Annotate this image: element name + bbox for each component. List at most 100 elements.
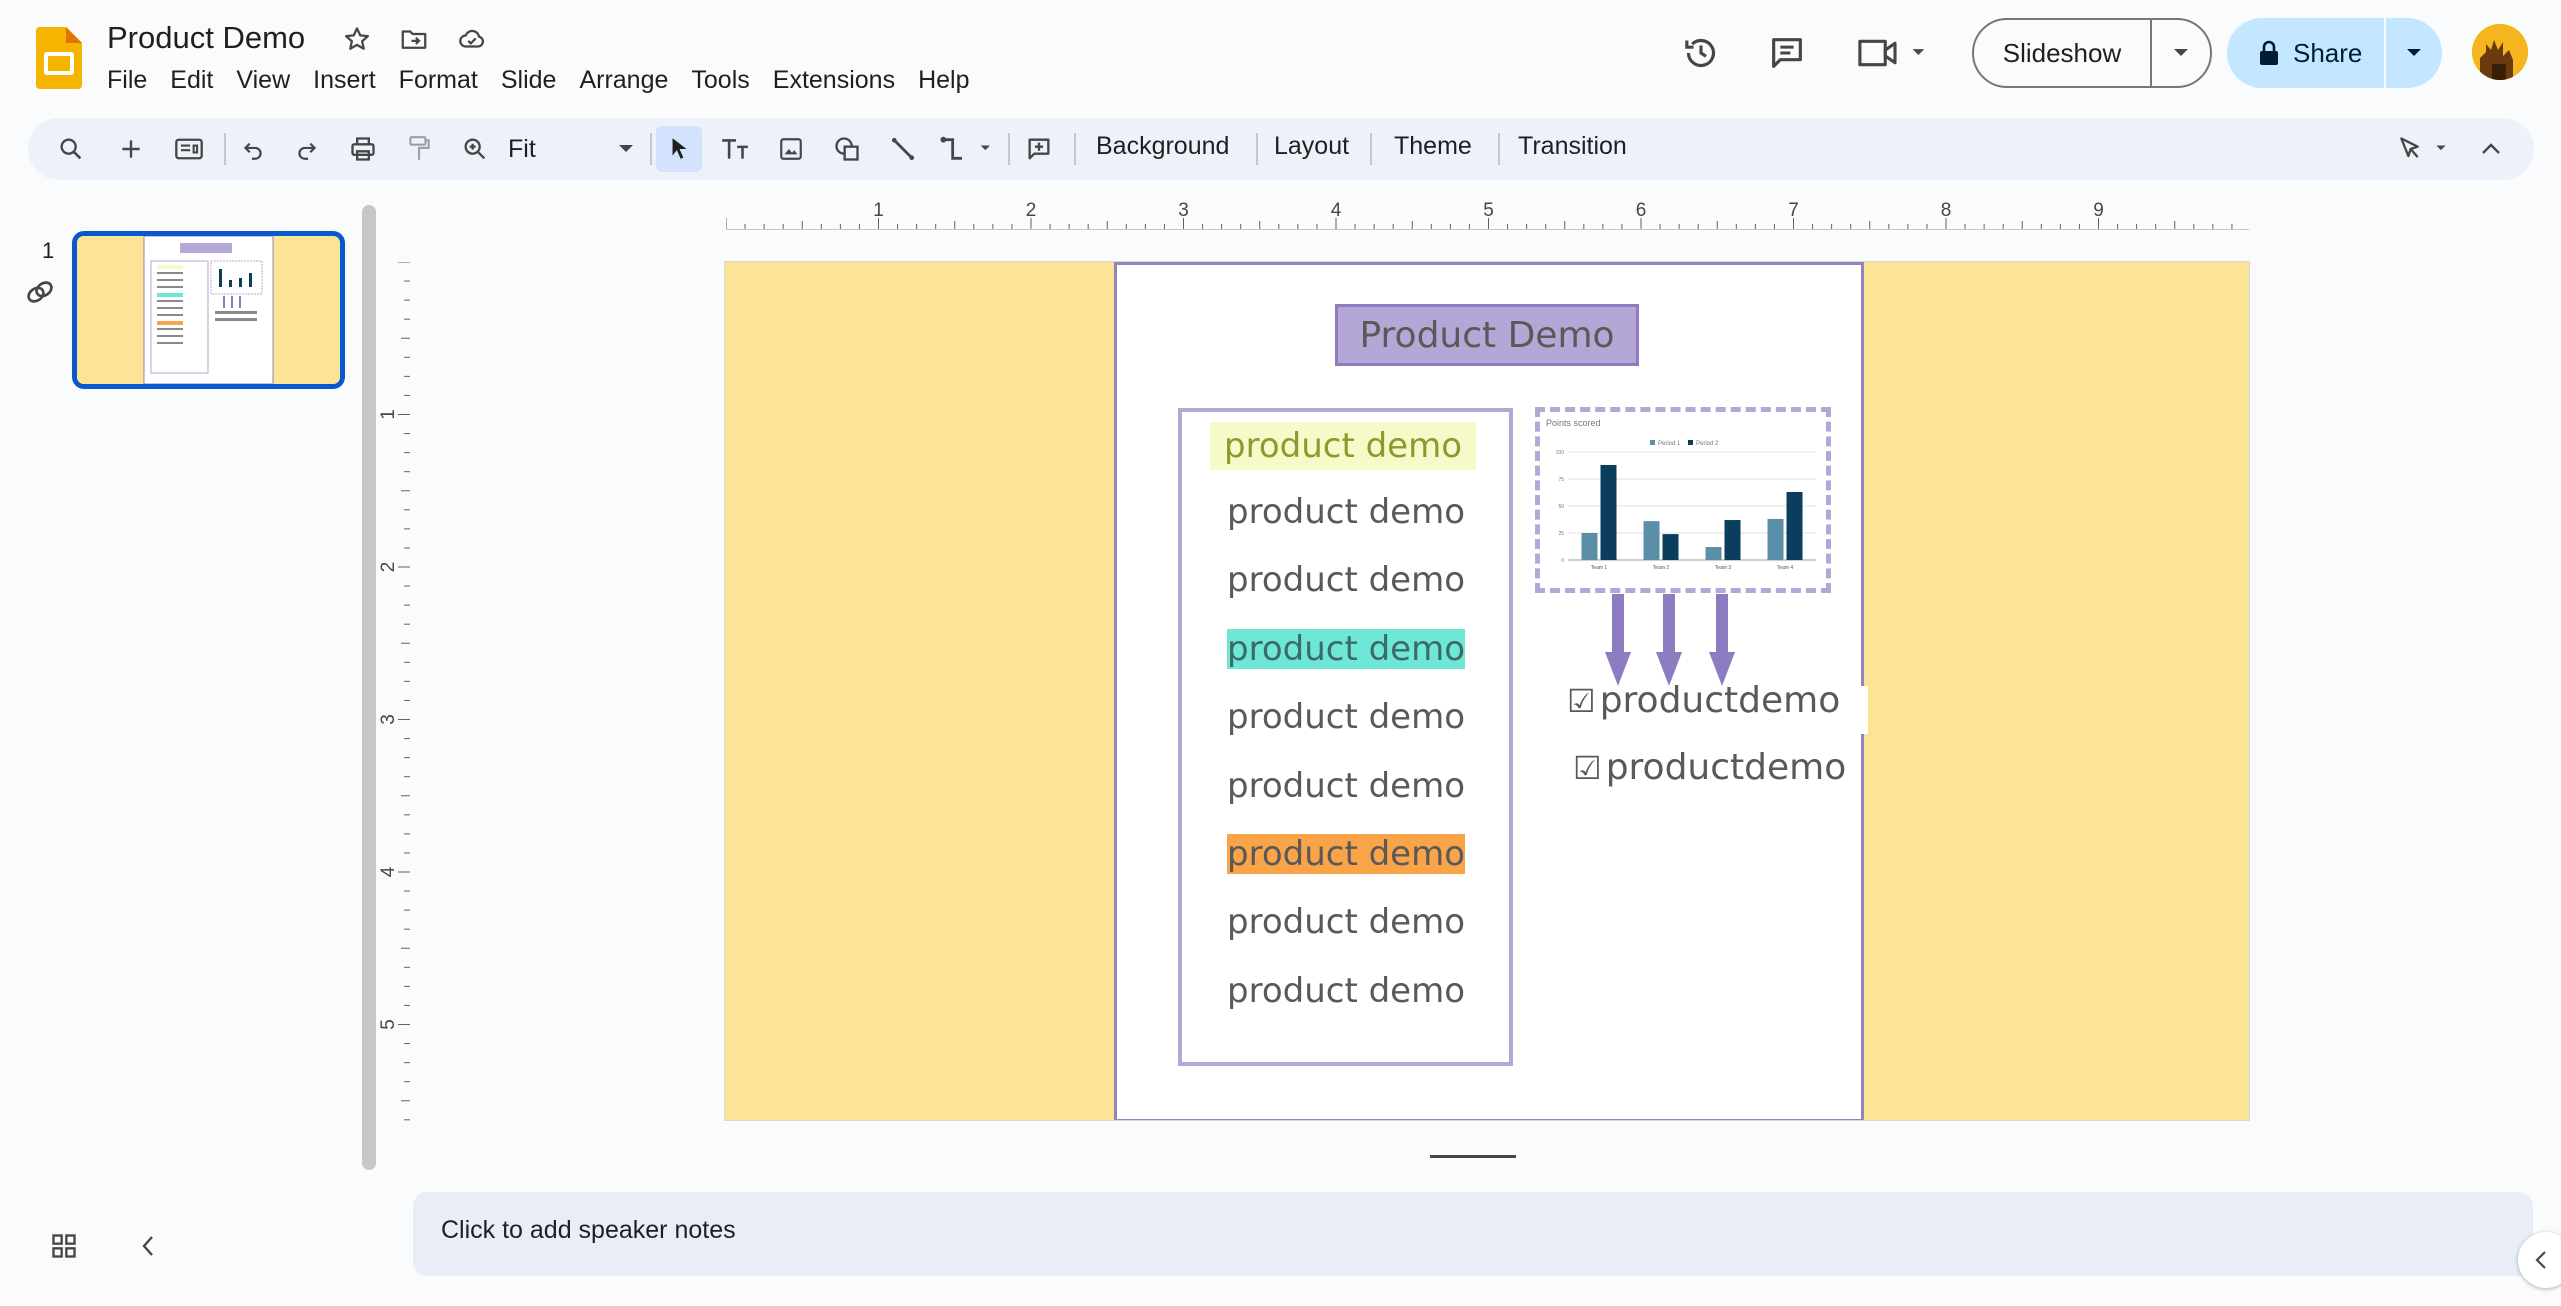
theme-button[interactable]: Theme bbox=[1394, 132, 1472, 161]
collapse-filmstrip-icon[interactable] bbox=[128, 1226, 168, 1266]
undo-icon[interactable] bbox=[230, 126, 276, 172]
ruler-label: 7 bbox=[1788, 200, 1799, 221]
menu-tools[interactable]: Tools bbox=[691, 64, 760, 99]
filmstrip-scrollbar[interactable] bbox=[362, 205, 376, 1170]
linked-object-icon[interactable] bbox=[24, 276, 56, 308]
zoom-icon[interactable] bbox=[452, 126, 498, 172]
shape-icon[interactable] bbox=[824, 126, 870, 172]
speaker-notes[interactable]: Click to add speaker notes bbox=[413, 1192, 2533, 1276]
menu-arrange[interactable]: Arrange bbox=[579, 64, 679, 99]
list-item[interactable]: product demo bbox=[1227, 832, 1465, 876]
menu-file[interactable]: File bbox=[107, 64, 158, 99]
list-item[interactable]: product demo bbox=[1227, 969, 1465, 1013]
redo-icon[interactable] bbox=[284, 126, 330, 172]
document-title[interactable]: Product Demo bbox=[107, 20, 305, 56]
chart-bar bbox=[1600, 464, 1617, 560]
zoom-value: Fit bbox=[508, 134, 536, 163]
arrows-group[interactable] bbox=[1605, 592, 1755, 692]
slides-logo-icon[interactable] bbox=[36, 27, 82, 89]
checklist-text: productdemo bbox=[1605, 747, 1847, 788]
ruler-label: 4 bbox=[380, 866, 399, 877]
slide-title[interactable]: Product Demo bbox=[1335, 304, 1639, 366]
y-tick-label: 0 bbox=[1561, 558, 1564, 564]
account-avatar[interactable] bbox=[2472, 24, 2528, 80]
print-icon[interactable] bbox=[340, 126, 386, 172]
transition-button[interactable]: Transition bbox=[1518, 132, 1627, 161]
slideshow-button[interactable]: Slideshow bbox=[1972, 18, 2212, 88]
checklist-item[interactable]: ☑ productdemo bbox=[1567, 680, 1840, 721]
points-chart[interactable]: Points scored Period 1 Period 2 0 25 50 75 100… bbox=[1535, 407, 1831, 593]
notes-resize-handle[interactable] bbox=[1430, 1155, 1516, 1158]
x-tick-label: Team 1 bbox=[1591, 565, 1608, 571]
toolbar-divider bbox=[1256, 133, 1258, 165]
x-tick-label: Team 4 bbox=[1777, 565, 1794, 571]
ruler-label: 5 bbox=[1483, 200, 1494, 221]
down-arrow[interactable] bbox=[1656, 594, 1682, 686]
list-item[interactable]: product demo bbox=[1227, 695, 1465, 739]
collapse-toolbar-icon[interactable] bbox=[2468, 126, 2514, 172]
list-item[interactable]: product demo bbox=[1227, 764, 1465, 808]
lock-icon bbox=[2257, 39, 2281, 67]
text-box-icon[interactable] bbox=[712, 126, 758, 172]
menu-edit[interactable]: Edit bbox=[170, 64, 224, 99]
search-menus-icon[interactable] bbox=[48, 126, 94, 172]
slideshow-label: Slideshow bbox=[2002, 37, 2122, 68]
vertical-ruler[interactable]: 1 2 3 4 5 bbox=[380, 262, 410, 1122]
new-slide-icon[interactable] bbox=[108, 126, 154, 172]
menu-view[interactable]: View bbox=[236, 64, 301, 99]
list-item[interactable]: product demo bbox=[1227, 558, 1465, 602]
checklist-item[interactable]: ☑ productdemo bbox=[1573, 747, 1846, 788]
zoom-select[interactable]: Fit bbox=[498, 126, 658, 172]
background-button[interactable]: Background bbox=[1096, 132, 1229, 161]
menu-help[interactable]: Help bbox=[918, 64, 980, 99]
slideshow-dropdown-icon[interactable] bbox=[2152, 48, 2210, 58]
legend-label: Period 2 bbox=[1696, 441, 1719, 447]
layout-button[interactable]: Layout bbox=[1274, 132, 1349, 161]
comments-icon[interactable] bbox=[1762, 28, 1812, 78]
pen-mode-icon[interactable] bbox=[2392, 126, 2462, 172]
legend-swatch bbox=[1688, 440, 1693, 445]
product-list-box[interactable]: product demo product demo product demo p… bbox=[1178, 408, 1513, 1066]
list-item-text: product demo bbox=[1227, 629, 1465, 669]
checklist-text: productdemo bbox=[1599, 680, 1841, 721]
menu-format[interactable]: Format bbox=[399, 64, 489, 99]
toolbar-divider bbox=[1498, 133, 1500, 165]
select-cursor-icon[interactable] bbox=[656, 126, 702, 172]
line-icon[interactable] bbox=[880, 126, 926, 172]
horizontal-ruler[interactable]: 1 2 3 4 5 6 7 8 9 bbox=[726, 200, 2249, 230]
move-folder-icon[interactable] bbox=[397, 22, 431, 56]
version-history-icon[interactable] bbox=[1676, 28, 1726, 78]
share-button[interactable]: Share bbox=[2227, 18, 2442, 88]
chart-bar bbox=[1767, 518, 1784, 560]
list-item[interactable]: product demo bbox=[1227, 490, 1465, 534]
checkbox-icon[interactable]: ☑ bbox=[1567, 682, 1596, 720]
star-icon[interactable] bbox=[340, 22, 374, 56]
list-item[interactable]: product demo bbox=[1210, 422, 1476, 470]
toolbar-divider bbox=[1074, 133, 1076, 165]
list-item-text: product demo bbox=[1227, 766, 1465, 806]
slide-layout-icon[interactable] bbox=[166, 126, 212, 172]
share-dropdown-icon[interactable] bbox=[2386, 48, 2442, 58]
checkbox-icon[interactable]: ☑ bbox=[1573, 749, 1602, 787]
meet-video-icon[interactable] bbox=[1855, 28, 1935, 78]
add-comment-icon[interactable] bbox=[1016, 126, 1062, 172]
connector-icon[interactable] bbox=[934, 126, 1004, 172]
slide-thumbnail[interactable] bbox=[72, 231, 345, 389]
list-item[interactable]: product demo bbox=[1227, 627, 1465, 671]
side-panel-toggle-icon[interactable] bbox=[2518, 1232, 2561, 1288]
menu-insert[interactable]: Insert bbox=[313, 64, 387, 99]
list-item[interactable]: product demo bbox=[1227, 900, 1465, 944]
menu-extensions[interactable]: Extensions bbox=[773, 64, 906, 99]
slide[interactable]: Product Demo product demo product demo p… bbox=[724, 261, 2250, 1121]
insert-image-icon[interactable] bbox=[768, 126, 814, 172]
paint-format-icon[interactable] bbox=[396, 126, 442, 172]
cloud-saved-icon[interactable] bbox=[455, 22, 489, 56]
menu-slide[interactable]: Slide bbox=[501, 64, 568, 99]
chevron-down-icon bbox=[618, 144, 634, 154]
ruler-label: 3 bbox=[380, 714, 399, 725]
down-arrow[interactable] bbox=[1605, 594, 1631, 686]
grid-view-icon[interactable] bbox=[44, 1226, 84, 1266]
chart-svg: Points scored Period 1 Period 2 0 25 50 75 100… bbox=[1546, 418, 1816, 571]
list-item-text: product demo bbox=[1227, 492, 1465, 532]
down-arrow[interactable] bbox=[1709, 594, 1735, 686]
